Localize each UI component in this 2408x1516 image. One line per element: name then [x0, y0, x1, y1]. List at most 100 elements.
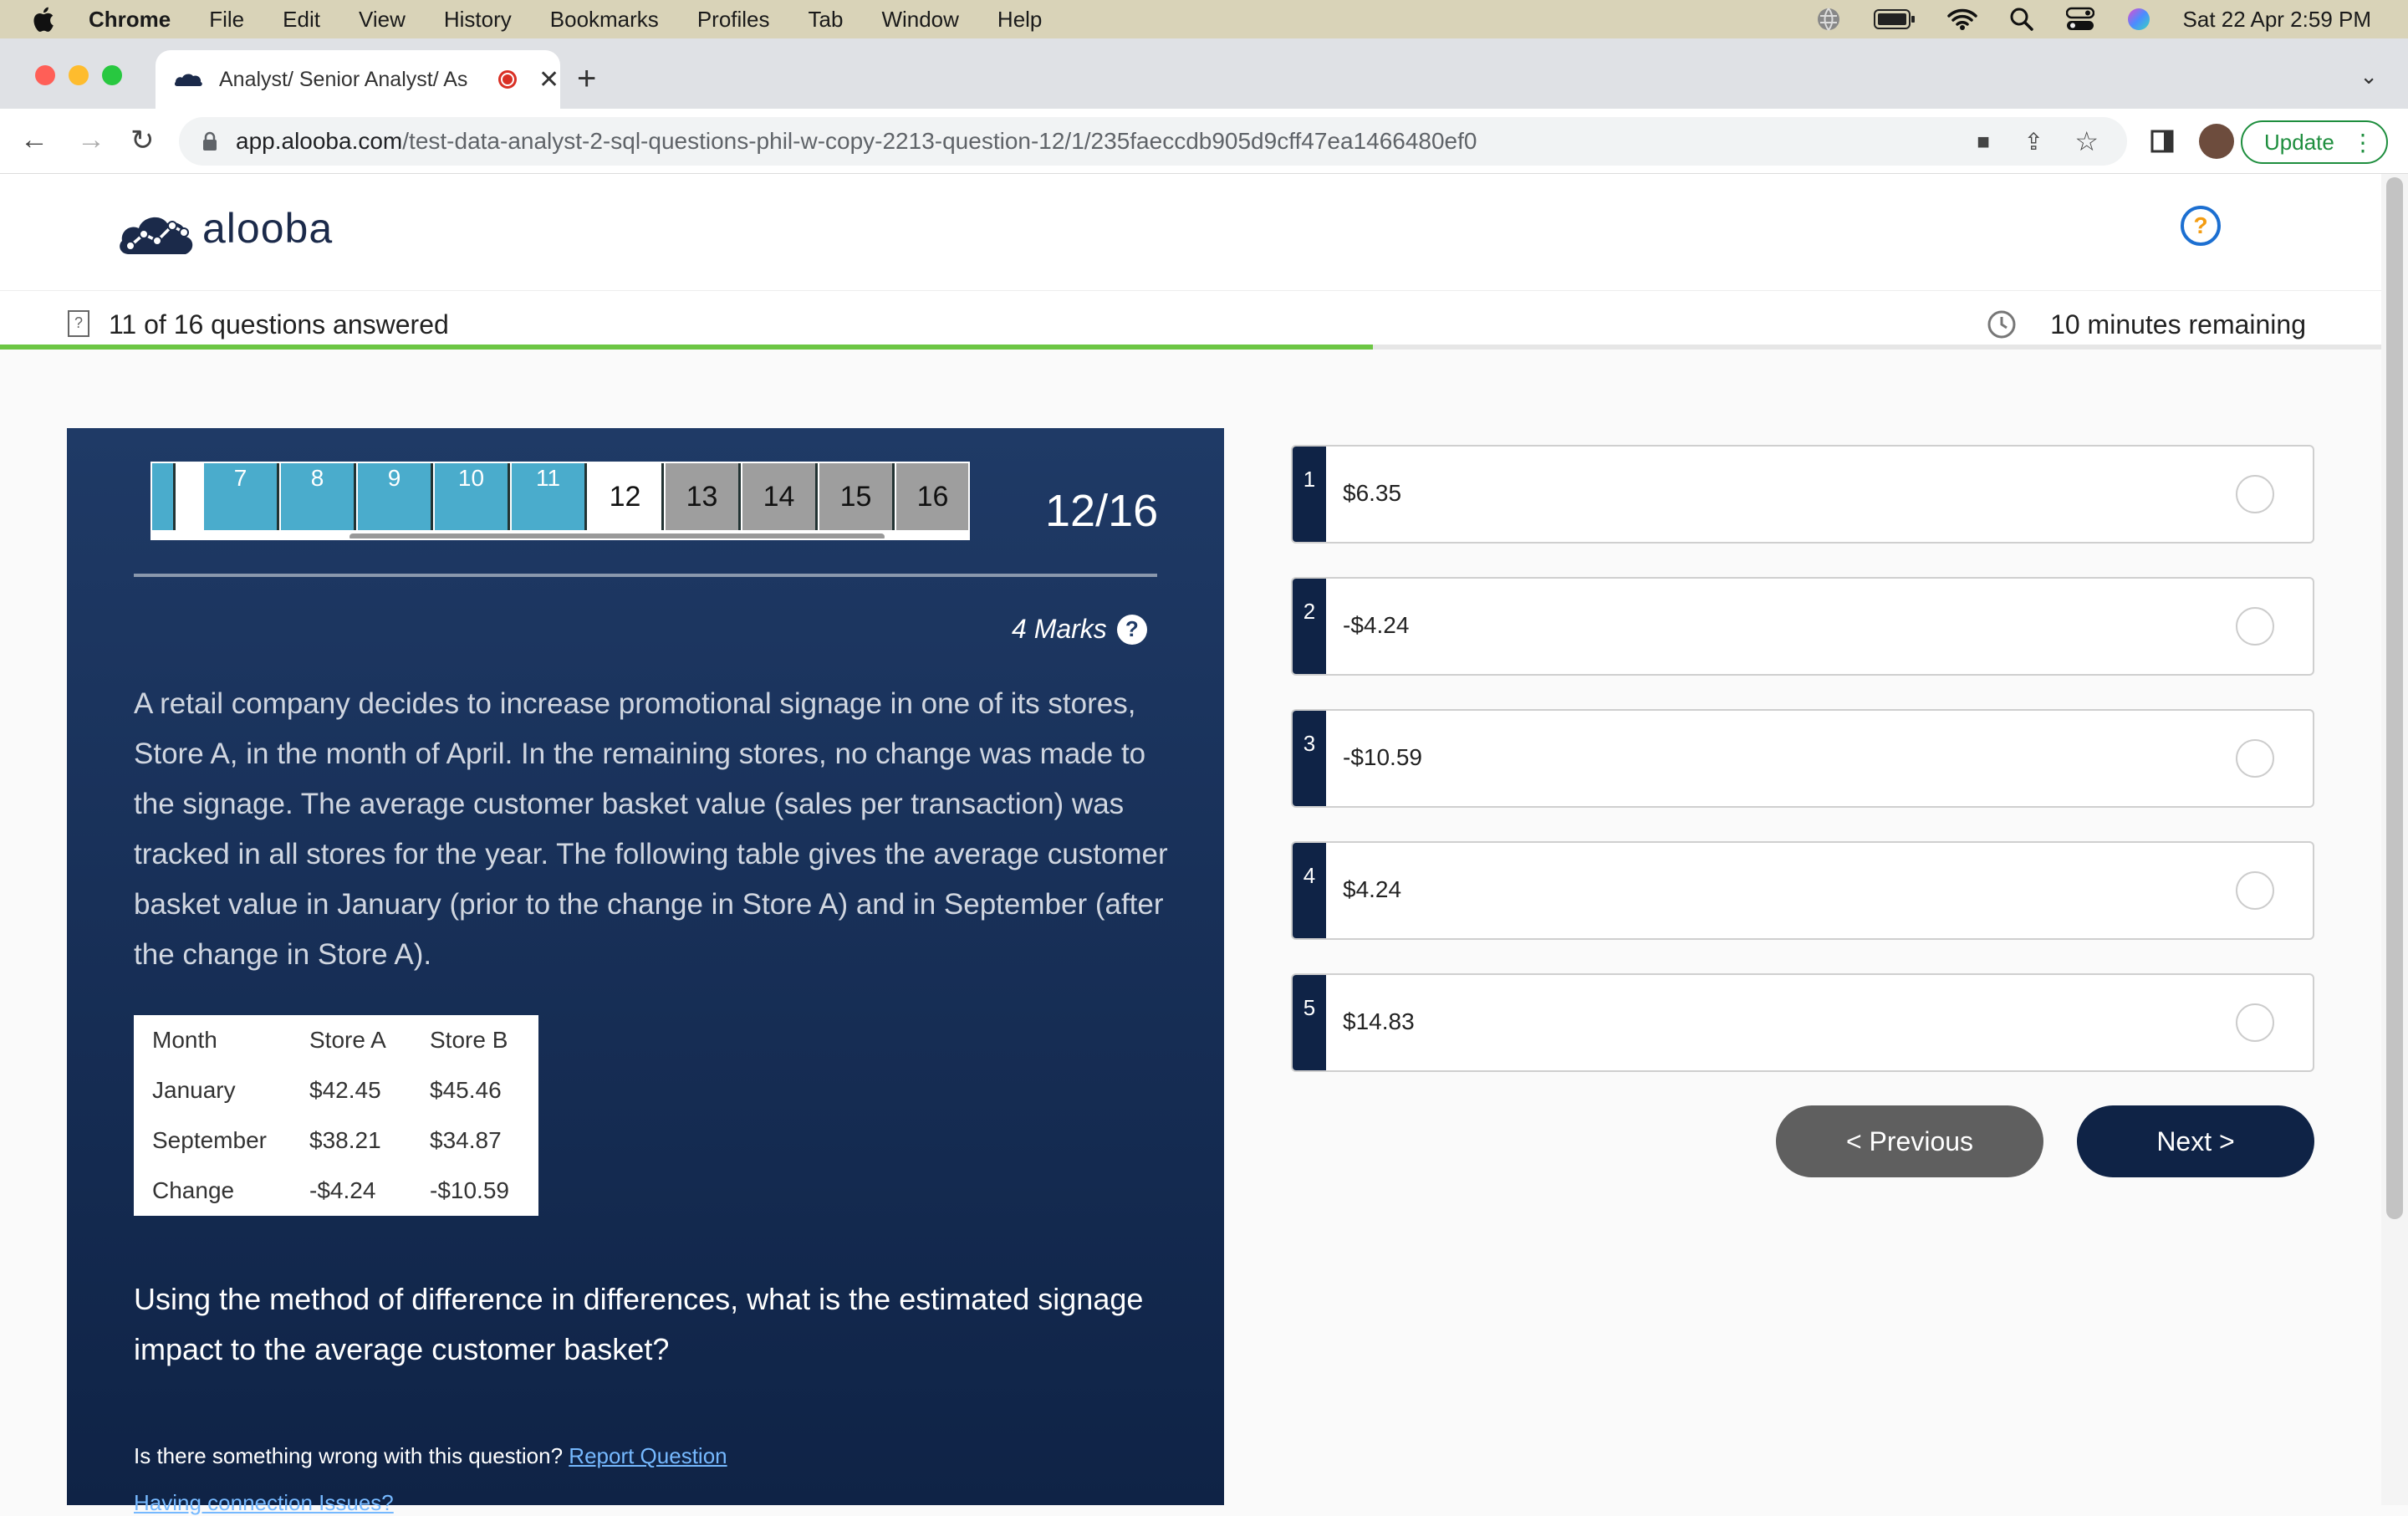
siri-icon[interactable] — [2126, 7, 2151, 32]
question-doc-icon: ? — [68, 310, 89, 337]
url-path: /test-data-analyst-2-sql-questions-phil-… — [402, 128, 1477, 154]
menu-history[interactable]: History — [444, 7, 512, 33]
table-cell: $34.87 — [430, 1127, 502, 1153]
report-prefix: Is there something wrong with this quest… — [134, 1443, 564, 1468]
question-nav-item[interactable]: 16 — [896, 463, 968, 530]
favicon-icon — [174, 74, 202, 86]
answer-option[interactable]: 5 $14.83 — [1291, 973, 2314, 1072]
page-scrollbar-thumb[interactable] — [2386, 177, 2403, 1219]
option-radio[interactable] — [2236, 739, 2274, 778]
progress-fill — [0, 345, 1373, 350]
option-value: $14.83 — [1343, 1008, 1415, 1034]
back-arrow-icon[interactable]: ← — [20, 124, 48, 156]
more-options-icon[interactable]: ⋮ — [2351, 129, 2375, 156]
zoom-window-button[interactable] — [102, 65, 122, 85]
question-nav-item[interactable]: 13 — [666, 463, 741, 530]
previous-button[interactable]: < Previous — [1776, 1105, 2043, 1177]
new-tab-button[interactable]: + — [577, 60, 596, 98]
address-bar[interactable]: app.alooba.com/test-data-analyst-2-sql-q… — [179, 117, 2127, 166]
answer-option[interactable]: 4 $4.24 — [1291, 841, 2314, 940]
option-radio[interactable] — [2236, 607, 2274, 646]
connection-issues-link[interactable]: Having connection Issues? — [134, 1490, 394, 1516]
lock-icon[interactable] — [202, 131, 217, 151]
answer-option[interactable]: 1 $6.35 — [1291, 445, 2314, 544]
brand-name[interactable]: alooba — [202, 204, 333, 253]
menu-window[interactable]: Window — [881, 7, 958, 33]
progress-track — [0, 345, 2381, 350]
next-button[interactable]: Next > — [2077, 1105, 2314, 1177]
wifi-icon[interactable] — [1946, 8, 1977, 31]
reload-icon[interactable]: ↻ — [130, 124, 155, 157]
option-radio[interactable] — [2236, 1003, 2274, 1042]
test-progress: ? 11 of 16 questions answered 10 minutes… — [0, 291, 2381, 350]
battery-icon[interactable] — [1873, 8, 1916, 30]
forward-arrow-icon[interactable]: → — [77, 124, 105, 156]
menu-bookmarks[interactable]: Bookmarks — [550, 7, 659, 33]
bookmark-star-icon[interactable]: ☆ — [2074, 125, 2099, 157]
option-radio[interactable] — [2236, 871, 2274, 910]
help-icon[interactable]: ? — [2181, 206, 2221, 246]
table-row: January $42.45 $45.46 — [134, 1065, 538, 1115]
menu-clock[interactable]: Sat 22 Apr 2:59 PM — [2183, 7, 2371, 33]
apple-icon[interactable] — [30, 5, 55, 33]
alooba-logo-icon[interactable] — [117, 204, 197, 259]
menu-profiles[interactable]: Profiles — [697, 7, 770, 33]
svg-text:?: ? — [74, 314, 83, 331]
table-cell: -$10.59 — [430, 1177, 509, 1203]
menu-tab[interactable]: Tab — [809, 7, 844, 33]
close-tab-icon[interactable]: ✕ — [538, 65, 559, 94]
question-nav-item[interactable]: 15 — [819, 463, 895, 530]
tab-search-chevron-icon[interactable]: ⌄ — [2360, 64, 2378, 89]
update-button[interactable]: Update ⋮ — [2241, 120, 2388, 164]
side-panel-icon[interactable] — [2150, 129, 2176, 154]
control-center-icon[interactable] — [2065, 7, 2094, 32]
question-nav-item[interactable]: 12 — [589, 463, 664, 530]
browser-toolbar: ← → ↻ app.alooba.com/test-data-analyst-2… — [0, 109, 2408, 174]
option-number: 5 — [1293, 975, 1326, 1070]
navigator-scrollbar[interactable] — [349, 533, 885, 539]
menu-file[interactable]: File — [209, 7, 244, 33]
report-question-line: Is there something wrong with this quest… — [134, 1443, 727, 1469]
question-nav-item[interactable]: 10 — [435, 463, 510, 530]
table-cell: $38.21 — [309, 1127, 381, 1153]
question-ask: Using the method of difference in differ… — [134, 1282, 1144, 1366]
menu-app-name[interactable]: Chrome — [89, 7, 171, 33]
browser-tab[interactable]: Analyst/ Senior Analyst/ As ✕ — [156, 50, 560, 109]
answer-option[interactable]: 3 -$10.59 — [1291, 709, 2314, 808]
question-nav-item[interactable]: 14 — [742, 463, 818, 530]
option-radio[interactable] — [2236, 475, 2274, 513]
table-cell: $42.45 — [309, 1077, 381, 1103]
question-nav-item[interactable]: 9 — [358, 463, 433, 530]
question-nav-item[interactable]: 8 — [281, 463, 356, 530]
menu-view[interactable]: View — [359, 7, 406, 33]
update-label: Update — [2264, 129, 2334, 155]
menu-edit[interactable]: Edit — [283, 7, 320, 33]
time-remaining-text: 10 minutes remaining — [2050, 309, 2306, 339]
question-prompt: A retail company decides to increase pro… — [134, 687, 1168, 971]
question-nav-item[interactable] — [152, 463, 176, 530]
question-nav-item[interactable]: 7 — [204, 463, 279, 530]
minimize-window-button[interactable] — [69, 65, 89, 85]
divider — [134, 574, 1157, 577]
spotlight-search-icon[interactable] — [2009, 7, 2034, 32]
close-window-button[interactable] — [35, 65, 55, 85]
table-header: Store A — [309, 1027, 386, 1053]
camera-icon[interactable]: ■ — [1977, 129, 1990, 155]
answer-option[interactable]: 2 -$4.24 — [1291, 577, 2314, 676]
menu-help[interactable]: Help — [997, 7, 1042, 33]
globe-icon[interactable] — [1815, 6, 1842, 33]
table-row: Change -$4.24 -$10.59 — [134, 1166, 538, 1216]
question-counter: 12/16 — [1045, 486, 1159, 536]
questions-answered-text: 11 of 16 questions answered — [109, 309, 449, 339]
table-cell: -$4.24 — [309, 1177, 376, 1203]
profile-avatar[interactable] — [2199, 124, 2234, 159]
status-area: Sat 22 Apr 2:59 PM — [1815, 0, 2371, 38]
question-nav-item[interactable]: 11 — [512, 463, 587, 530]
share-icon[interactable]: ⇪ — [2024, 128, 2043, 156]
report-question-link[interactable]: Report Question — [569, 1443, 727, 1468]
option-number: 3 — [1293, 711, 1326, 806]
marks-help-icon[interactable]: ? — [1116, 614, 1147, 645]
table-cell: Change — [152, 1177, 235, 1203]
option-number: 2 — [1293, 579, 1326, 674]
option-number: 1 — [1293, 447, 1326, 542]
